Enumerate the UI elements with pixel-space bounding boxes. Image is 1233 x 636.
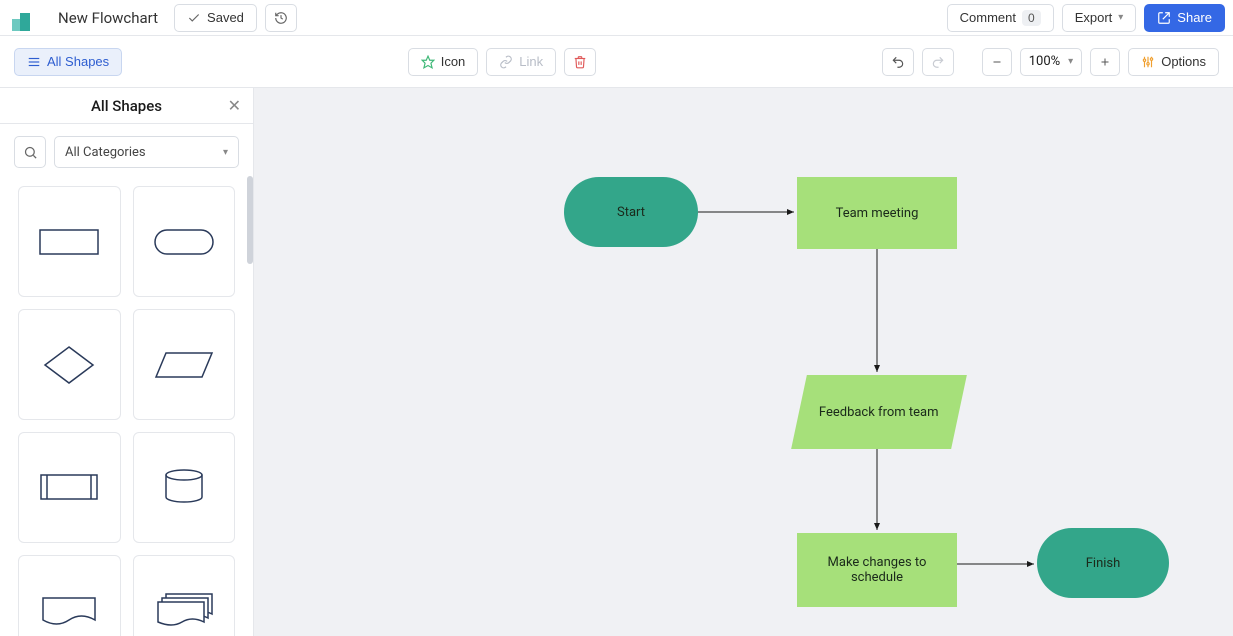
history-icon xyxy=(274,11,288,25)
category-select[interactable]: All Categories ▾ xyxy=(54,136,239,168)
share-label: Share xyxy=(1177,10,1212,25)
search-shapes-button[interactable] xyxy=(14,136,46,168)
saved-label: Saved xyxy=(207,10,244,25)
link-icon xyxy=(499,55,513,69)
shape-predefined-process[interactable] xyxy=(18,432,121,543)
saved-button[interactable]: Saved xyxy=(174,4,257,32)
star-icon xyxy=(421,55,435,69)
minus-icon xyxy=(991,56,1003,68)
sidebar-title: All Shapes xyxy=(91,97,162,115)
app-logo xyxy=(12,5,38,31)
node-start[interactable]: Start xyxy=(564,177,698,247)
export-button[interactable]: Export ▾ xyxy=(1062,4,1137,32)
zoom-in-button[interactable] xyxy=(1090,48,1120,76)
comment-button[interactable]: Comment 0 xyxy=(947,4,1054,32)
close-icon: ✕ xyxy=(228,98,241,115)
export-label: Export xyxy=(1075,10,1113,25)
icon-button[interactable]: Icon xyxy=(408,48,479,76)
history-button[interactable] xyxy=(265,4,297,32)
node-changes[interactable]: Make changes to schedule xyxy=(797,533,957,607)
shapes-grid xyxy=(0,180,253,636)
icon-label: Icon xyxy=(441,54,466,69)
shape-rounded-rectangle[interactable] xyxy=(133,186,236,297)
node-feedback[interactable]: Feedback from team xyxy=(791,375,967,449)
shapes-sidebar: All Shapes ✕ All Categories ▾ xyxy=(0,88,254,636)
chevron-down-icon: ▾ xyxy=(1068,56,1073,67)
chevron-down-icon: ▾ xyxy=(223,147,228,158)
delete-button[interactable] xyxy=(564,48,596,76)
sidebar-controls: All Categories ▾ xyxy=(0,124,253,180)
sliders-icon xyxy=(1141,55,1155,69)
zoom-controls: 100% ▾ xyxy=(982,48,1120,76)
all-shapes-toggle[interactable]: All Shapes xyxy=(14,48,122,76)
all-shapes-label: All Shapes xyxy=(47,54,109,69)
chevron-down-icon: ▾ xyxy=(1118,12,1123,23)
undo-icon xyxy=(891,55,905,69)
zoom-level-dropdown[interactable]: 100% ▾ xyxy=(1020,48,1082,76)
main-area: All Shapes ✕ All Categories ▾ xyxy=(0,88,1233,636)
redo-button[interactable] xyxy=(922,48,954,76)
app-header: New Flowchart Saved Comment 0 Export ▾ S… xyxy=(0,0,1233,36)
link-button[interactable]: Link xyxy=(486,48,556,76)
category-select-value: All Categories xyxy=(65,145,146,160)
shape-document[interactable] xyxy=(18,555,121,636)
redo-icon xyxy=(931,55,945,69)
link-label: Link xyxy=(519,54,543,69)
sidebar-header: All Shapes ✕ xyxy=(0,88,253,124)
plus-icon xyxy=(1099,56,1111,68)
sidebar-close-button[interactable]: ✕ xyxy=(228,96,241,116)
share-button[interactable]: Share xyxy=(1144,4,1225,32)
comment-count-badge: 0 xyxy=(1022,10,1041,26)
scrollbar-thumb[interactable] xyxy=(247,176,253,264)
shape-cylinder[interactable] xyxy=(133,432,236,543)
node-meeting[interactable]: Team meeting xyxy=(797,177,957,249)
zoom-out-button[interactable] xyxy=(982,48,1012,76)
shape-multi-document[interactable] xyxy=(133,555,236,636)
menu-icon xyxy=(27,55,41,69)
canvas[interactable]: Start Team meeting Feedback from team Make … xyxy=(254,88,1233,636)
zoom-value: 100% xyxy=(1029,54,1060,69)
shape-diamond[interactable] xyxy=(18,309,121,420)
search-icon xyxy=(23,145,38,160)
node-finish[interactable]: Finish xyxy=(1037,528,1169,598)
share-icon xyxy=(1157,11,1171,25)
comment-label: Comment xyxy=(960,10,1016,25)
options-label: Options xyxy=(1161,54,1206,69)
trash-icon xyxy=(573,55,587,69)
shape-rectangle[interactable] xyxy=(18,186,121,297)
options-button[interactable]: Options xyxy=(1128,48,1219,76)
node-label: Feedback from team xyxy=(819,405,939,420)
document-title[interactable]: New Flowchart xyxy=(58,9,158,27)
shape-parallelogram[interactable] xyxy=(133,309,236,420)
check-icon xyxy=(187,11,201,25)
toolbar: All Shapes Icon Link xyxy=(0,36,1233,88)
undo-button[interactable] xyxy=(882,48,914,76)
